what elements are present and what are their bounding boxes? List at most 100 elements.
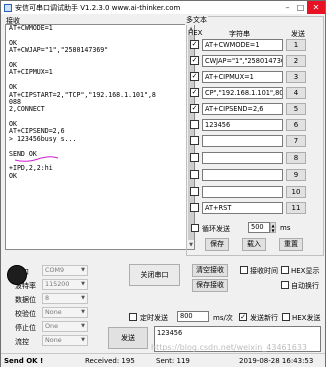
close-icon[interactable]: ✕	[307, 1, 325, 14]
timed-interval-input[interactable]: 800	[177, 311, 209, 322]
port-field-select[interactable]: One ▼	[42, 321, 88, 332]
port-field-select[interactable]: 115200 ▼	[42, 279, 88, 290]
row-command-input[interactable]: AT+RST	[202, 202, 283, 214]
multi-row: 7	[189, 135, 317, 147]
loop-spin-icon[interactable]: ▲ ▼	[270, 222, 276, 233]
row-hex-checkbox[interactable]: ✓	[190, 56, 199, 65]
row-send-button[interactable]: 7	[286, 135, 306, 147]
receive-line: AT+CIPSTART=2,"TCP","192.168.1.101",8	[9, 90, 156, 99]
port-field-select[interactable]: None ▼	[42, 335, 88, 346]
port-field-value: One	[45, 322, 59, 330]
row-hex-checkbox[interactable]: ✓	[190, 88, 199, 97]
reset-button[interactable]: 重置	[279, 238, 303, 251]
row-hex-checkbox[interactable]	[190, 203, 199, 212]
multi-row: ✓CP","192.168.1.101",80884	[189, 87, 317, 99]
hex-send-checkbox[interactable]	[282, 313, 290, 321]
multi-row: ✓ AT+CIPSEND=2,6 5	[189, 103, 317, 115]
auto-newline-checkbox[interactable]	[281, 281, 289, 289]
multi-row: 10	[189, 186, 317, 198]
row-hex-checkbox[interactable]	[190, 153, 199, 162]
status-state: Send OK !	[4, 357, 44, 365]
chevron-down-icon: ▼	[81, 309, 85, 315]
hex-display-checkbox[interactable]	[281, 266, 289, 274]
timed-unit-label: ms/次	[213, 314, 233, 322]
timed-send-checkbox[interactable]	[129, 313, 137, 321]
multi-row: ✓ AT+CWMODE=1 1	[189, 39, 317, 51]
row-send-button[interactable]: 11	[286, 202, 306, 214]
row-hex-checkbox[interactable]: ✓	[190, 72, 199, 81]
chevron-down-icon: ▼	[81, 267, 85, 273]
row-command-input[interactable]	[202, 169, 283, 181]
status-time: 2019-08-28 16:43:53	[239, 357, 314, 365]
port-field-select[interactable]: COM9 ▼	[42, 265, 88, 276]
send-newline-checkbox[interactable]: ✓	[239, 313, 247, 321]
row-hex-checkbox[interactable]	[190, 170, 199, 179]
pen-annotation	[14, 156, 59, 162]
string-header: 字符串	[229, 30, 250, 38]
row-command-input[interactable]: CWJAP="1","2580147369"	[202, 55, 283, 67]
row-send-button[interactable]: 5	[286, 103, 306, 115]
row-hex-checkbox[interactable]	[190, 120, 199, 129]
hex-send-label: HEX发送	[292, 314, 321, 322]
row-hex-checkbox[interactable]: ✓	[190, 104, 199, 113]
timed-send-label: 定时发送	[140, 314, 168, 322]
receive-line: 2,CONNECT	[9, 105, 45, 114]
loop-send-label: 循环发送	[202, 225, 230, 233]
port-field-value: COM9	[45, 266, 65, 274]
row-command-input[interactable]: AT+CIPMUX=1	[202, 71, 283, 83]
row-hex-checkbox[interactable]	[190, 187, 199, 196]
row-hex-checkbox[interactable]	[190, 136, 199, 145]
chevron-down-icon: ▼	[81, 337, 85, 343]
row-command-input[interactable]	[202, 152, 283, 164]
chevron-down-icon: ▼	[81, 281, 85, 287]
save-receive-button[interactable]: 保存接收	[192, 279, 228, 292]
row-send-button[interactable]: 8	[286, 152, 306, 164]
receive-time-label: 接收时间	[250, 267, 278, 275]
port-field-label: 校验位	[15, 310, 36, 318]
row-hex-checkbox[interactable]: ✓	[190, 40, 199, 49]
port-field-select[interactable]: 8 ▼	[42, 293, 88, 304]
loop-send-checkbox[interactable]	[191, 224, 199, 232]
receive-line: AT+CWMODE=1	[9, 24, 53, 32]
save-button[interactable]: 保存	[205, 238, 229, 251]
row-send-button[interactable]: 10	[286, 186, 306, 198]
row-send-button[interactable]: 2	[286, 55, 306, 67]
hex-header: HEX	[188, 29, 203, 37]
clear-receive-button[interactable]: 清空接收	[192, 264, 228, 277]
receive-line: AT+CIPMUX=1	[9, 68, 53, 77]
row-send-button[interactable]: 1	[286, 39, 306, 51]
row-command-input[interactable]: CP","192.168.1.101",8088	[202, 87, 283, 99]
row-command-input[interactable]: 123456	[202, 119, 283, 131]
loop-interval-input[interactable]: 500	[248, 222, 270, 233]
chevron-down-icon: ▼	[81, 323, 85, 329]
window-title: 安信可串口调试助手 V1.2.3.0 www.ai-thinker.com	[15, 3, 181, 12]
row-command-input[interactable]	[202, 186, 283, 198]
port-field-value: None	[45, 336, 62, 344]
send-button[interactable]: 发送	[108, 327, 148, 349]
loop-unit-label: ms	[280, 224, 291, 232]
minimize-icon[interactable]: –	[281, 1, 294, 14]
port-status-lamp	[7, 265, 27, 285]
port-field-select[interactable]: None ▼	[42, 307, 88, 318]
row-send-button[interactable]: 9	[286, 169, 306, 181]
receive-area[interactable]: AT+CWMODE=1 OK AT+CWJAP="1","2580147369" OK…	[5, 24, 195, 250]
port-field-value: 8	[45, 294, 50, 302]
chevron-down-icon: ▼	[81, 295, 85, 301]
multi-row: ✓CWJAP="1","2580147369"2	[189, 55, 317, 67]
load-button[interactable]: 载入	[242, 238, 266, 251]
row-command-input[interactable]	[202, 135, 283, 147]
receive-line: OK	[9, 171, 17, 180]
row-send-button[interactable]: 4	[286, 87, 306, 99]
app-icon	[4, 3, 12, 12]
receive-time-checkbox[interactable]	[240, 266, 248, 274]
watermark: https://blog.csdn.net/weixin_43461633	[151, 343, 308, 352]
close-port-button[interactable]: 关闭串口	[129, 264, 180, 286]
row-send-button[interactable]: 3	[286, 71, 306, 83]
receive-line	[6, 114, 194, 121]
receive-line: AT+CWJAP="1","2580147369"	[9, 46, 109, 55]
row-command-input[interactable]: AT+CIPSEND=2,6	[202, 103, 283, 115]
maximize-icon[interactable]: □	[294, 1, 307, 14]
receive-line: +IPD,2,2:hi	[9, 164, 53, 173]
row-send-button[interactable]: 6	[286, 119, 306, 131]
row-command-input[interactable]: AT+CWMODE=1	[202, 39, 283, 51]
